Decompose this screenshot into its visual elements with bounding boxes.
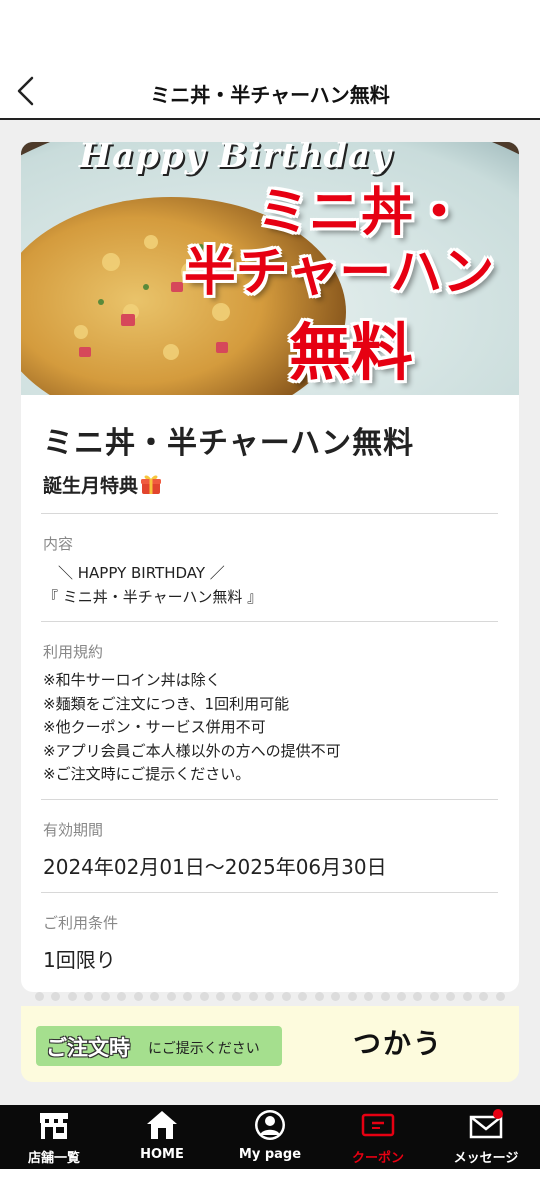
store-icon [40, 1113, 68, 1139]
terms-list: ※和牛サーロイン丼は除く ※麺類をご注文につき、1回利用可能 ※他クーポン・サー… [43, 669, 341, 787]
condition-label: ご利用条件 [43, 914, 119, 932]
divider [41, 621, 498, 622]
tab-mypage[interactable]: My page [216, 1105, 324, 1169]
divider [41, 799, 498, 800]
hero-headline-line2: 半チャーハン [183, 243, 495, 303]
tab-label: My page [238, 1147, 302, 1162]
content-line: ＼ HAPPY BIRTHDAY ／ [43, 564, 225, 582]
content-text: ＼ HAPPY BIRTHDAY ／ 『 ミニ丼・半チャーハン無料 』 [43, 562, 262, 609]
coupon-icon [361, 1113, 395, 1137]
coupon-card: Happy Birthday ミニ丼・ 半チャーハン 無料 ミニ丼・半チャーハン… [21, 142, 519, 992]
present-badge-text: にご提示ください [148, 1041, 260, 1057]
terms-item: ※麺類をご注文につき、1回利用可能 [43, 694, 290, 713]
home-icon [147, 1111, 177, 1139]
condition-value: 1回限り [43, 948, 116, 972]
page-title: ミニ丼・半チャーハン無料 [150, 83, 390, 107]
notification-dot [493, 1109, 503, 1119]
content-line: 『 ミニ丼・半チャーハン無料 』 [43, 587, 263, 606]
perforation [35, 992, 505, 1012]
hero-headline-line3: 無料 [288, 316, 413, 389]
terms-label: 利用規約 [43, 643, 104, 661]
tab-label: メッセージ [453, 1151, 519, 1166]
app-header: ミニ丼・半チャーハン無料 [0, 62, 540, 120]
terms-item: ※和牛サーロイン丼は除く [43, 671, 221, 689]
coupon-subtitle: 誕生月特典 [43, 471, 162, 498]
tab-label: HOME [140, 1147, 184, 1162]
terms-item: ※他クーポン・サービス併用不可 [43, 718, 266, 736]
terms-item: ※アプリ会員ご本人様以外の方への提供不可 [43, 741, 341, 760]
divider [41, 892, 498, 893]
tab-store-list[interactable]: 店舗一覧 [0, 1105, 108, 1169]
tab-coupon[interactable]: クーポン [324, 1105, 432, 1169]
coupon-hero-image: Happy Birthday ミニ丼・ 半チャーハン 無料 [21, 142, 519, 395]
status-bar [0, 0, 540, 62]
gift-icon [141, 475, 162, 494]
tab-home[interactable]: HOME [108, 1105, 216, 1169]
coupon-subtitle-text: 誕生月特典 [43, 475, 139, 497]
period-label: 有効期間 [43, 821, 104, 839]
coupon-title: ミニ丼・半チャーハン無料 [43, 426, 415, 461]
present-badge-strong: ご注文時 [46, 1036, 130, 1060]
mail-icon [469, 1109, 503, 1139]
terms-item: ※ご注文時にご提示ください。 [43, 765, 251, 783]
coupon-stub: ご注文時 にご提示ください つかう [21, 992, 519, 1082]
present-badge: ご注文時 にご提示ください [36, 1026, 282, 1066]
bottom-tab-bar: 店舗一覧 HOME My page クーポン メッセージ [0, 1105, 540, 1169]
content-label: 内容 [43, 535, 74, 553]
period-value: 2024年02月01日～2025年06月30日 [43, 855, 387, 879]
use-coupon-button[interactable]: つかう [313, 1018, 483, 1070]
divider [41, 513, 498, 514]
system-nav-area [0, 1169, 540, 1200]
tab-message[interactable]: メッセージ [432, 1105, 540, 1169]
tab-label: クーポン [351, 1151, 404, 1166]
tab-label: 店舗一覧 [27, 1151, 80, 1166]
user-icon [255, 1110, 285, 1140]
